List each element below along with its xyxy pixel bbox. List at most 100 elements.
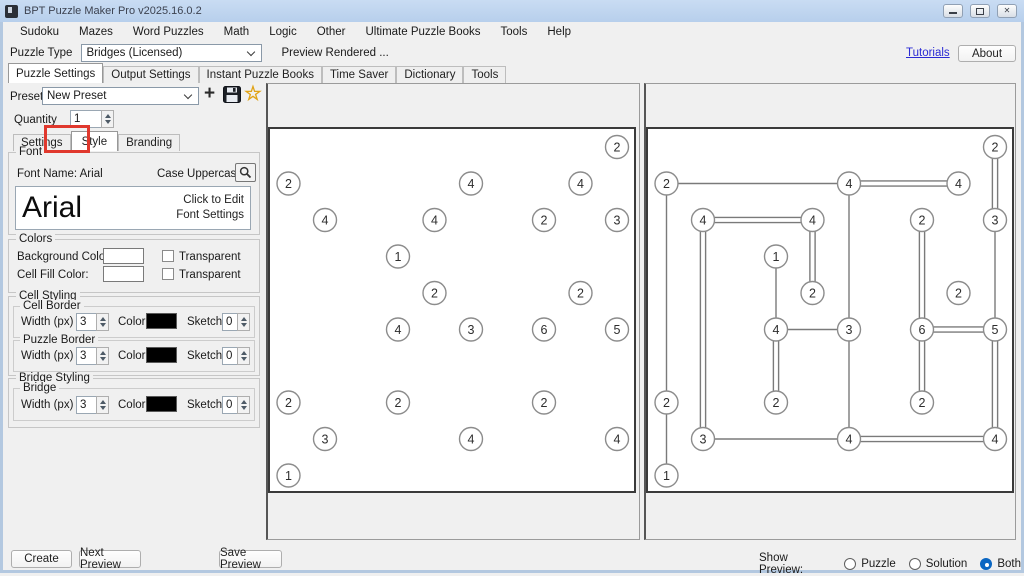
menu-sudoku[interactable]: Sudoku	[10, 24, 69, 40]
bridge-width-spinner[interactable]: 3	[76, 396, 109, 414]
tab-tools[interactable]: Tools	[463, 66, 506, 83]
svg-text:3: 3	[700, 432, 707, 446]
window-title: BPT Puzzle Maker Pro v2025.16.0.2	[24, 5, 202, 17]
svg-text:3: 3	[614, 213, 621, 227]
footer-bar: Create Next Preview Save Preview Show Pr…	[3, 540, 1021, 570]
about-button[interactable]: About	[958, 45, 1016, 62]
magnifier-icon	[239, 166, 252, 179]
favorite-star-icon[interactable]: ☆	[244, 81, 262, 106]
spinner-arrows[interactable]	[237, 347, 250, 365]
spinner-arrows[interactable]	[96, 396, 109, 414]
cell-fill-color-swatch[interactable]	[103, 266, 144, 282]
menu-math[interactable]: Math	[214, 24, 260, 40]
menu-help[interactable]: Help	[537, 24, 581, 40]
svg-text:4: 4	[322, 213, 329, 227]
svg-text:2: 2	[541, 213, 548, 227]
puzzle-type-label: Puzzle Type	[10, 47, 72, 59]
add-preset-icon[interactable]: +	[204, 83, 215, 105]
sketch-label: Sketch	[187, 350, 222, 362]
chevron-down-icon	[247, 47, 255, 55]
spinner-arrows[interactable]	[96, 313, 109, 331]
menu-tools[interactable]: Tools	[491, 24, 538, 40]
puzzle-border-color-swatch[interactable]	[146, 347, 177, 363]
svg-text:2: 2	[663, 177, 670, 191]
color-label: Color	[118, 316, 145, 328]
puzzle-type-value: Bridges (Licensed)	[86, 47, 182, 59]
bridge-width-value: 3	[76, 396, 96, 414]
menu-ultimate-puzzle-books[interactable]: Ultimate Puzzle Books	[355, 24, 490, 40]
puzzle-border-width-spinner[interactable]: 3	[76, 347, 109, 365]
create-button[interactable]: Create	[11, 550, 72, 568]
radio-puzzle[interactable]	[844, 558, 856, 570]
bridge-sketch-spinner[interactable]: 0	[222, 396, 250, 414]
menu-word-puzzles[interactable]: Word Puzzles	[123, 24, 214, 40]
cell-fill-transparent-checkbox[interactable]	[162, 268, 174, 280]
close-button[interactable]: ✕	[997, 4, 1017, 18]
tab-dictionary[interactable]: Dictionary	[396, 66, 463, 83]
font-group: Font Font Name: Arial Case Uppercase Ari…	[8, 152, 260, 235]
svg-text:4: 4	[992, 432, 999, 446]
background-transparent-checkbox[interactable]	[162, 250, 174, 262]
cell-border-title: Cell Border	[20, 300, 84, 312]
puzzle-border-title: Puzzle Border	[20, 334, 98, 346]
save-preview-button[interactable]: Save Preview	[219, 550, 282, 568]
font-sample-text: Arial	[22, 191, 82, 225]
puzzle-preview-canvas: 2244442312243652223441	[268, 127, 636, 493]
colors-group: Colors Background Color: Transparent Cel…	[8, 239, 260, 293]
maximize-button[interactable]	[970, 4, 990, 18]
tab-branding[interactable]: Branding	[118, 134, 180, 151]
radio-both[interactable]	[980, 558, 992, 570]
bridge-styling-group: Bridge Styling Bridge Width (px) 3 Color…	[8, 378, 260, 428]
tutorials-link[interactable]: Tutorials	[906, 47, 950, 59]
font-search-button[interactable]	[235, 163, 256, 182]
save-preset-icon[interactable]	[223, 86, 241, 103]
tab-output-settings[interactable]: Output Settings	[103, 66, 198, 83]
svg-text:4: 4	[431, 213, 438, 227]
svg-text:2: 2	[285, 396, 292, 410]
menu-logic[interactable]: Logic	[259, 24, 307, 40]
puzzle-grid: 2244442312243652223441	[270, 129, 634, 491]
solution-preview-canvas: 2244442312243652223441	[646, 127, 1014, 493]
svg-text:2: 2	[955, 286, 962, 300]
background-color-swatch[interactable]	[103, 248, 144, 264]
svg-text:3: 3	[322, 432, 329, 446]
radio-solution[interactable]	[909, 558, 921, 570]
puzzle-border-sketch-spinner[interactable]: 0	[222, 347, 250, 365]
svg-text:4: 4	[773, 323, 780, 337]
color-label: Color	[118, 350, 145, 362]
next-preview-button[interactable]: Next Preview	[79, 550, 141, 568]
cell-fill-color-label: Cell Fill Color:	[17, 269, 89, 281]
svg-text:2: 2	[431, 286, 438, 300]
spinner-arrows[interactable]	[101, 110, 114, 128]
svg-text:3: 3	[846, 323, 853, 337]
spinner-arrows[interactable]	[237, 396, 250, 414]
cell-border-sketch-spinner[interactable]: 0	[222, 313, 250, 331]
svg-text:2: 2	[285, 177, 292, 191]
menu-mazes[interactable]: Mazes	[69, 24, 123, 40]
spinner-arrows[interactable]	[96, 347, 109, 365]
svg-text:2: 2	[809, 286, 816, 300]
menu-other[interactable]: Other	[307, 24, 356, 40]
cell-border-color-swatch[interactable]	[146, 313, 177, 329]
puzzle-type-select[interactable]: Bridges (Licensed)	[81, 44, 262, 62]
preset-select[interactable]: New Preset	[42, 87, 199, 105]
puzzle-type-toolbar: Puzzle Type Bridges (Licensed) Preview R…	[3, 42, 1021, 63]
font-group-title: Font	[16, 146, 45, 158]
bridge-color-swatch[interactable]	[146, 396, 177, 412]
tab-puzzle-settings[interactable]: Puzzle Settings	[8, 63, 103, 83]
spinner-arrows[interactable]	[237, 313, 250, 331]
cell-border-sketch-value: 0	[222, 313, 237, 331]
font-preview-box[interactable]: Arial Click to Edit Font Settings	[15, 186, 251, 230]
svg-text:4: 4	[468, 177, 475, 191]
color-label: Color	[118, 399, 145, 411]
cell-border-width-spinner[interactable]: 3	[76, 313, 109, 331]
svg-text:3: 3	[468, 323, 475, 337]
main-tab-strip: Puzzle Settings Output Settings Instant …	[3, 63, 1021, 83]
minimize-button[interactable]	[943, 4, 963, 18]
radio-solution-label: Solution	[926, 558, 968, 570]
tab-time-saver[interactable]: Time Saver	[322, 66, 396, 83]
svg-text:2: 2	[992, 140, 999, 154]
svg-text:4: 4	[809, 213, 816, 227]
width-label: Width (px)	[21, 399, 73, 411]
svg-text:2: 2	[614, 140, 621, 154]
